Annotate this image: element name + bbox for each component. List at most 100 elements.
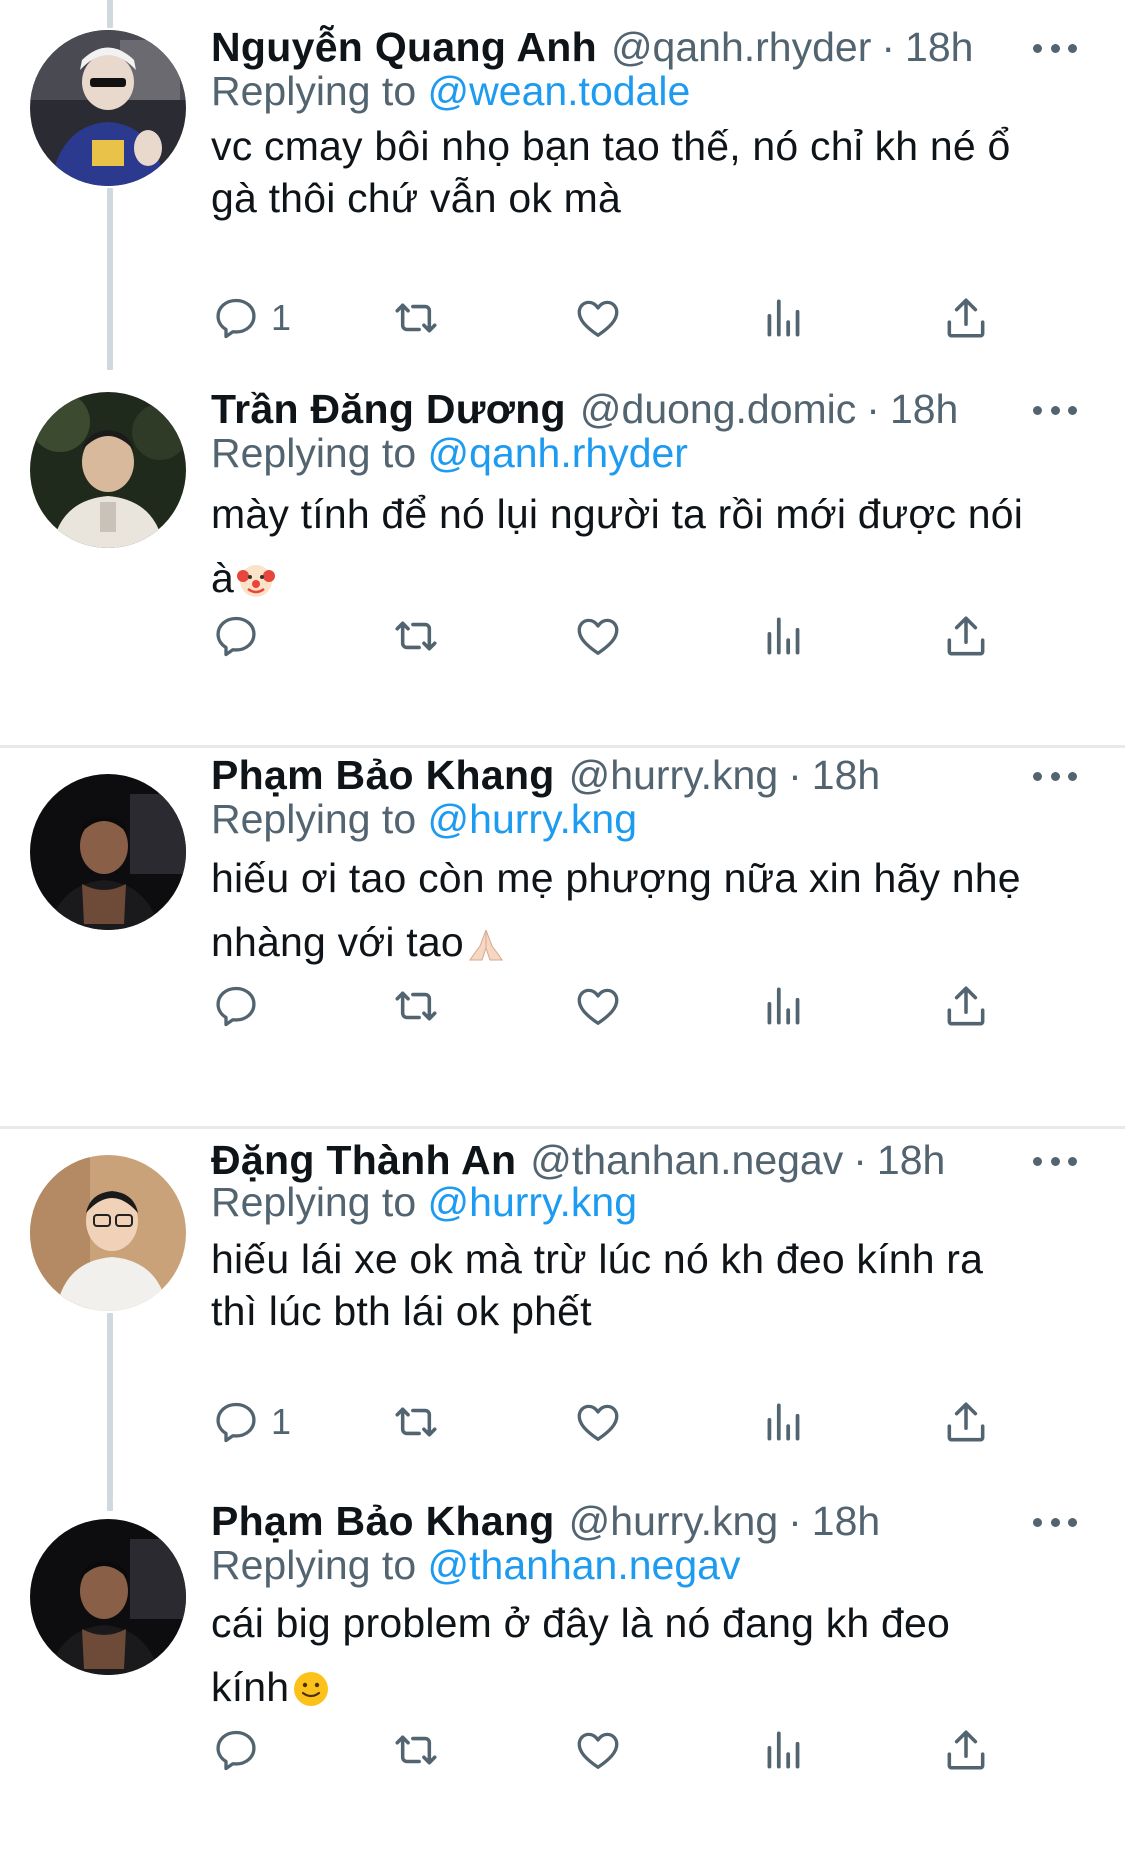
retweet-button[interactable] <box>391 610 441 662</box>
dot-icon <box>1068 405 1077 415</box>
retweet-icon <box>395 303 437 333</box>
tweet-text-line: hiếu ơi tao còn mẹ phượng nữa xin hãy nh… <box>211 855 1021 901</box>
timestamp[interactable]: 18h <box>890 382 958 436</box>
dot-icon <box>1050 405 1060 415</box>
mention-link[interactable]: @hurry.kng <box>428 796 637 842</box>
dot-icon <box>1050 1156 1060 1166</box>
dot-icon <box>1033 43 1042 53</box>
share-button[interactable] <box>941 980 991 1032</box>
dot-icon <box>1068 1517 1077 1527</box>
retweet-button[interactable] <box>391 292 441 344</box>
more-options-button[interactable] <box>1033 400 1077 420</box>
folded-hands-icon <box>466 918 506 982</box>
retweet-icon <box>395 1735 437 1765</box>
reply-icon <box>216 986 256 1027</box>
thread-connector <box>107 1313 113 1501</box>
reply-button[interactable] <box>211 610 271 662</box>
mention-link[interactable]: @wean.todale <box>428 68 691 114</box>
replying-to-label: Replying to <box>211 1179 417 1225</box>
share-icon <box>947 1402 985 1442</box>
like-button[interactable] <box>573 292 623 344</box>
avatar[interactable] <box>30 1155 186 1311</box>
like-button[interactable] <box>573 1396 623 1448</box>
more-options-button[interactable] <box>1033 1151 1077 1171</box>
tweet-text-line: à <box>211 555 235 601</box>
share-icon <box>947 616 985 656</box>
reply-button[interactable] <box>211 980 271 1032</box>
tweet-actions: 1 <box>211 1396 1001 1448</box>
tweet-text-line-with-emoji: à <box>211 546 1091 618</box>
tweet-text-line: kính <box>211 1664 290 1710</box>
timestamp[interactable]: 18h <box>877 1133 945 1187</box>
analytics-button[interactable] <box>759 1724 809 1776</box>
avatar[interactable] <box>30 30 186 186</box>
tweet[interactable]: Phạm Bảo Khang @hurry.kng · 18h Replying… <box>0 1498 1125 1875</box>
replying-to-label: Replying to <box>211 1542 417 1588</box>
share-button[interactable] <box>941 1396 991 1448</box>
analytics-button[interactable] <box>759 292 809 344</box>
thread-connector-top <box>107 0 113 28</box>
tweet-text-line: nhàng với tao <box>211 919 464 965</box>
clown-face-icon <box>236 554 276 618</box>
thread-connector-top <box>107 1501 113 1511</box>
avatar[interactable] <box>30 392 186 548</box>
tweet-actions <box>211 610 1001 662</box>
dot-icon <box>1033 405 1042 415</box>
analytics-icon <box>767 1731 800 1769</box>
separator: · <box>788 752 802 798</box>
avatar[interactable] <box>30 1519 186 1675</box>
like-button[interactable] <box>573 610 623 662</box>
avatar[interactable] <box>30 774 186 930</box>
reply-button[interactable]: 1 <box>211 292 291 344</box>
tweet[interactable]: Phạm Bảo Khang @hurry.kng · 18h Replying… <box>0 748 1125 1126</box>
timestamp[interactable]: 18h <box>905 20 973 74</box>
more-options-button[interactable] <box>1033 766 1077 786</box>
tweet-actions <box>211 980 1001 1032</box>
reply-button[interactable] <box>211 1724 271 1776</box>
analytics-button[interactable] <box>759 980 809 1032</box>
retweet-button[interactable] <box>391 980 441 1032</box>
analytics-button[interactable] <box>759 1396 809 1448</box>
like-button[interactable] <box>573 1724 623 1776</box>
tweet[interactable]: Nguyễn Quang Anh @qanh.rhyder · 18h Repl… <box>0 0 1125 370</box>
mention-link[interactable]: @qanh.rhyder <box>428 430 688 476</box>
reply-button[interactable]: 1 <box>211 1396 291 1448</box>
tweet[interactable]: Đặng Thành An @thanhan.negav · 18h Reply… <box>0 1129 1125 1501</box>
timestamp[interactable]: 18h <box>812 1494 880 1548</box>
share-button[interactable] <box>941 1724 991 1776</box>
replying-to: Replying to @hurry.kng <box>211 792 637 846</box>
more-options-button[interactable] <box>1033 38 1077 58</box>
share-icon <box>947 298 985 338</box>
retweet-icon <box>395 621 437 651</box>
share-button[interactable] <box>941 292 991 344</box>
replying-to: Replying to @thanhan.negav <box>211 1538 740 1592</box>
reply-icon <box>216 298 256 339</box>
analytics-button[interactable] <box>759 610 809 662</box>
like-icon <box>577 300 619 337</box>
tweet-actions <box>211 1724 1001 1776</box>
reply-thread: Nguyễn Quang Anh @qanh.rhyder · 18h Repl… <box>0 0 1125 1875</box>
like-icon <box>577 1404 619 1441</box>
tweet[interactable]: Trần Đăng Dương @duong.domic · 18h Reply… <box>0 370 1125 744</box>
like-icon <box>577 988 619 1025</box>
reply-count: 1 <box>271 1401 292 1442</box>
mention-link[interactable]: @hurry.kng <box>428 1179 637 1225</box>
retweet-button[interactable] <box>391 1724 441 1776</box>
dot-icon <box>1050 771 1060 781</box>
separator: · <box>788 1498 802 1544</box>
tweet-text-line-with-emoji: nhàng với tao <box>211 910 1091 982</box>
mention-link[interactable]: @thanhan.negav <box>428 1542 741 1588</box>
analytics-icon <box>767 1403 800 1441</box>
more-options-button[interactable] <box>1033 1512 1077 1532</box>
dot-icon <box>1068 1156 1077 1166</box>
separator: · <box>853 1137 867 1183</box>
replying-to: Replying to @hurry.kng <box>211 1175 637 1229</box>
like-button[interactable] <box>573 980 623 1032</box>
dot-icon <box>1033 1156 1042 1166</box>
share-button[interactable] <box>941 610 991 662</box>
timestamp[interactable]: 18h <box>812 748 880 802</box>
tweet-text-line: hiếu lái xe ok mà trừ lúc nó kh đeo kính… <box>211 1236 984 1282</box>
retweet-button[interactable] <box>391 1396 441 1448</box>
tweet-text-line: mày tính để nó lụi người ta rồi mới được… <box>211 491 1024 537</box>
like-icon <box>577 1732 619 1769</box>
